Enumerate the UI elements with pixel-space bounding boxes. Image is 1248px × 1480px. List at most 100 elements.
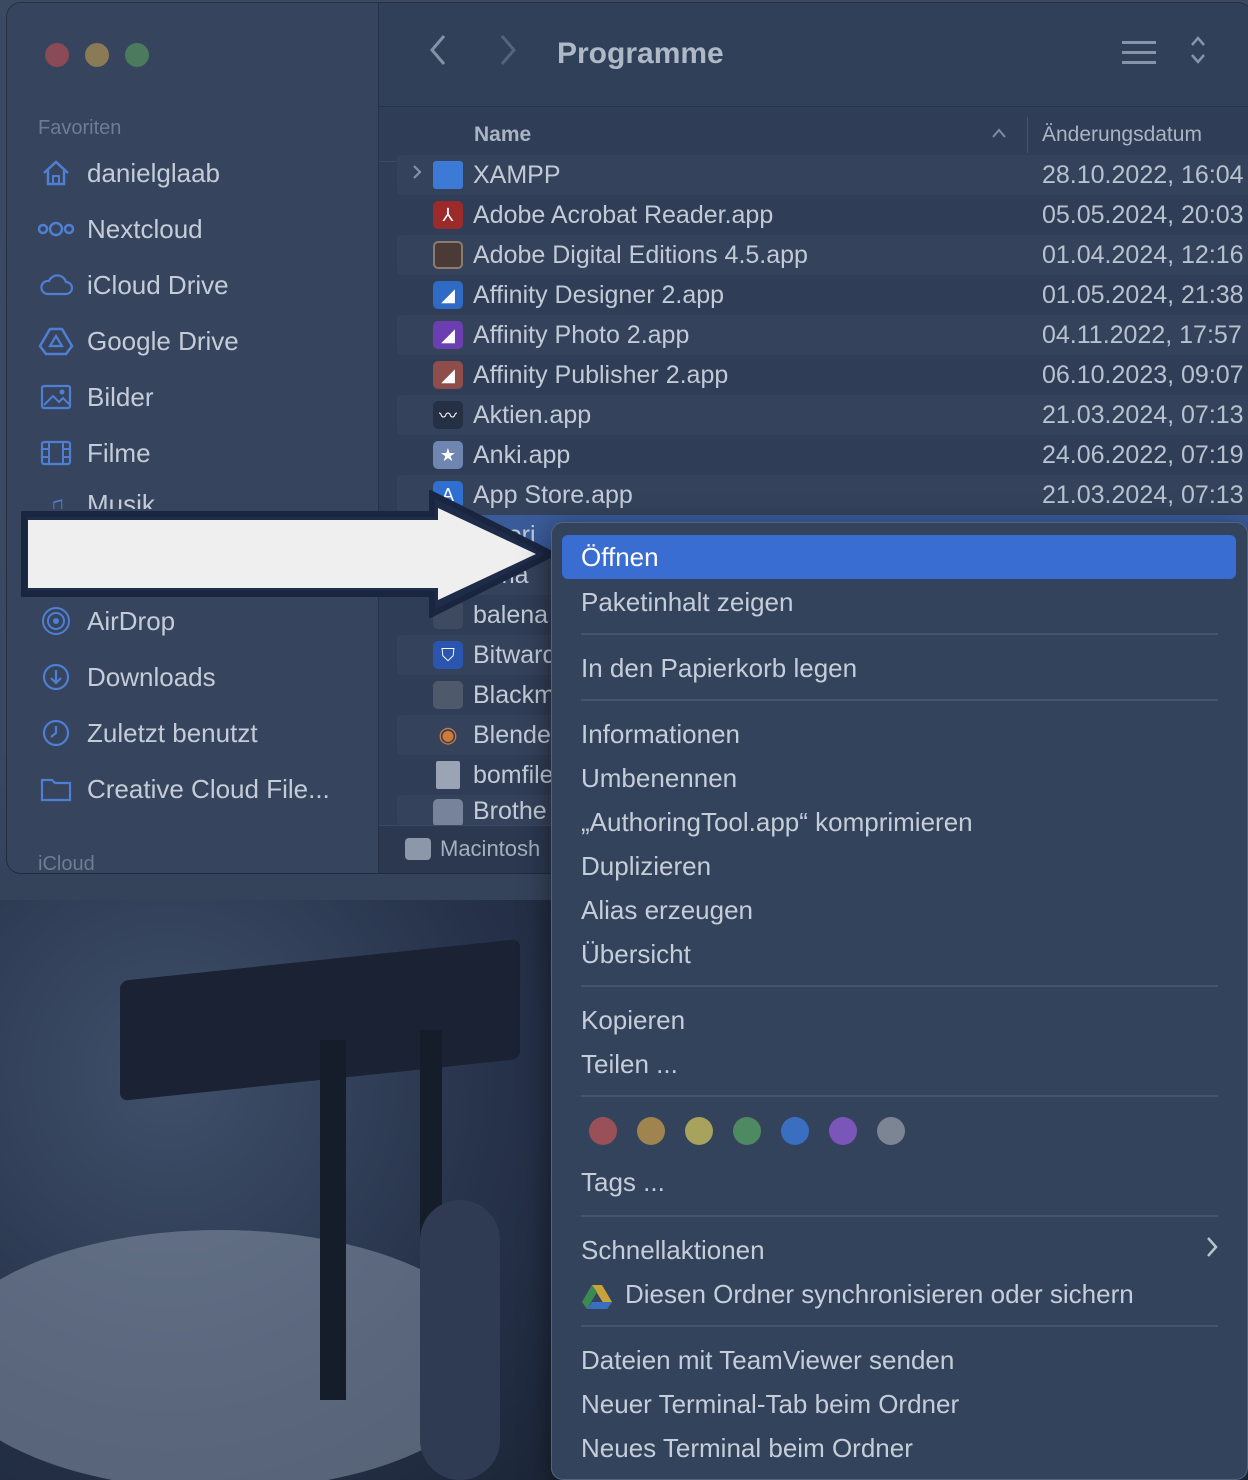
submenu-chevron-icon bbox=[1205, 1235, 1219, 1266]
file-date: 04.11.2022, 17:57 bbox=[1042, 320, 1242, 349]
zoom-button[interactable] bbox=[125, 43, 149, 67]
menu-item-gdrive-sync[interactable]: Diesen Ordner synchronisieren oder siche… bbox=[625, 1279, 1134, 1310]
file-date: 28.10.2022, 16:04 bbox=[1042, 160, 1244, 189]
google-drive-icon bbox=[582, 1285, 612, 1309]
menu-item-quick-actions[interactable]: Schnellaktionen bbox=[581, 1235, 765, 1266]
menu-item-teamviewer[interactable]: Dateien mit TeamViewer senden bbox=[581, 1345, 954, 1376]
stocks-icon: 〰 bbox=[433, 401, 463, 429]
menu-item-show-package[interactable]: Paketinhalt zeigen bbox=[581, 587, 793, 618]
tag-blue[interactable] bbox=[781, 1117, 809, 1145]
sidebar-item-label: Creative Cloud File... bbox=[87, 773, 330, 804]
document-icon bbox=[436, 761, 460, 789]
close-button[interactable] bbox=[45, 43, 69, 67]
tag-gray[interactable] bbox=[877, 1117, 905, 1145]
menu-item-trash[interactable]: In den Papierkorb legen bbox=[581, 653, 857, 684]
sidebar-item-icloud-drive[interactable]: iCloud Drive bbox=[37, 265, 229, 305]
list-item[interactable]: ★ Anki.app 24.06.2022, 07:19 bbox=[397, 435, 1248, 475]
back-icon[interactable] bbox=[427, 33, 449, 76]
menu-separator bbox=[581, 1325, 1218, 1327]
list-item[interactable]: ⅄ Adobe Acrobat Reader.app 05.05.2024, 2… bbox=[397, 195, 1248, 235]
sidebar-item-home[interactable]: danielglaab bbox=[37, 153, 220, 193]
sidebar-item-filme[interactable]: Filme bbox=[37, 433, 151, 473]
menu-item-rename[interactable]: Umbenennen bbox=[581, 763, 737, 794]
menu-item-share[interactable]: Teilen ... bbox=[581, 1049, 678, 1080]
file-date: 24.06.2022, 07:19 bbox=[1042, 440, 1244, 469]
digital-editions-icon bbox=[433, 241, 463, 269]
tag-yellow[interactable] bbox=[685, 1117, 713, 1145]
file-name: Anki.app bbox=[473, 440, 571, 469]
file-date: 21.03.2024, 07:13 bbox=[1042, 400, 1244, 429]
brother-icon bbox=[433, 799, 463, 825]
sidebar-item-creative-cloud[interactable]: Creative Cloud File... bbox=[37, 769, 330, 809]
photo-icon bbox=[37, 381, 75, 413]
sidebar-item-label: danielglaab bbox=[87, 157, 221, 188]
menu-item-tags[interactable]: Tags ... bbox=[581, 1167, 665, 1198]
sidebar-section-icloud: iCloud bbox=[38, 853, 95, 873]
list-item[interactable]: 〰 Aktien.app 21.03.2024, 07:13 bbox=[397, 395, 1248, 435]
tag-purple[interactable] bbox=[829, 1117, 857, 1145]
list-item[interactable]: XAMPP 28.10.2022, 16:04 bbox=[397, 155, 1248, 195]
list-item[interactable]: ◢ Affinity Designer 2.app 01.05.2024, 21… bbox=[397, 275, 1248, 315]
menu-separator bbox=[581, 1095, 1218, 1097]
wallpaper-table-leg bbox=[320, 1040, 346, 1400]
folder-icon bbox=[37, 773, 75, 805]
minimize-button[interactable] bbox=[85, 43, 109, 67]
disclosure-chevron-icon[interactable] bbox=[411, 163, 423, 187]
menu-item-quicklook[interactable]: Übersicht bbox=[581, 939, 691, 970]
list-item[interactable]: ◢ Affinity Publisher 2.app 06.10.2023, 0… bbox=[397, 355, 1248, 395]
clock-icon bbox=[37, 717, 75, 749]
menu-item-terminal[interactable]: Neues Terminal beim Ordner bbox=[581, 1433, 913, 1464]
annotation-arrow bbox=[21, 490, 559, 618]
forward-icon[interactable] bbox=[497, 33, 519, 76]
menu-item-terminal-tab[interactable]: Neuer Terminal-Tab beim Ordner bbox=[581, 1389, 959, 1420]
sidebar-item-google-drive[interactable]: Google Drive bbox=[37, 321, 239, 361]
file-date: 21.03.2024, 07:13 bbox=[1042, 480, 1244, 509]
nextcloud-icon bbox=[37, 213, 75, 245]
tag-green[interactable] bbox=[733, 1117, 761, 1145]
sidebar-section-favorites: Favoriten bbox=[38, 117, 122, 139]
view-options-chevron-icon[interactable] bbox=[1190, 35, 1206, 67]
sidebar-item-downloads[interactable]: Downloads bbox=[37, 657, 216, 697]
sidebar-item-label: Zuletzt benutzt bbox=[87, 717, 258, 748]
menu-item-duplicate[interactable]: Duplizieren bbox=[581, 851, 711, 882]
affinity-photo-icon: ◢ bbox=[433, 321, 463, 349]
wallpaper-object bbox=[420, 1200, 500, 1480]
sidebar-item-label: Nextcloud bbox=[87, 213, 203, 244]
file-name: Adobe Digital Editions 4.5.app bbox=[473, 240, 808, 269]
sort-ascending-icon bbox=[991, 123, 1007, 144]
menu-item-compress[interactable]: „AuthoringTool.app“ komprimieren bbox=[581, 807, 973, 838]
affinity-publisher-icon: ◢ bbox=[433, 361, 463, 389]
window-controls bbox=[45, 43, 149, 67]
sidebar-item-label: Google Drive bbox=[87, 325, 239, 356]
download-icon bbox=[37, 661, 75, 693]
disk-icon bbox=[405, 838, 431, 860]
file-name: Aktien.app bbox=[473, 400, 592, 429]
sidebar-item-bilder[interactable]: Bilder bbox=[37, 377, 153, 417]
tag-red[interactable] bbox=[589, 1117, 617, 1145]
path-label[interactable]: Macintosh bbox=[440, 836, 540, 862]
file-name: Affinity Photo 2.app bbox=[473, 320, 690, 349]
file-date: 05.05.2024, 20:03 bbox=[1042, 200, 1244, 229]
sidebar: Favoriten danielglaab Nextcloud iCloud D… bbox=[7, 3, 379, 873]
list-view-icon[interactable] bbox=[1122, 41, 1156, 67]
file-date: 01.05.2024, 21:38 bbox=[1042, 280, 1244, 309]
menu-item-alias[interactable]: Alias erzeugen bbox=[581, 895, 753, 926]
menu-separator bbox=[581, 699, 1218, 701]
column-name[interactable]: Name bbox=[474, 123, 531, 147]
sidebar-item-nextcloud[interactable]: Nextcloud bbox=[37, 209, 203, 249]
tag-color-row bbox=[589, 1117, 905, 1145]
column-divider[interactable] bbox=[1027, 117, 1028, 153]
tag-orange[interactable] bbox=[637, 1117, 665, 1145]
menu-item-open[interactable]: Öffnen bbox=[562, 535, 1236, 579]
menu-item-info[interactable]: Informationen bbox=[581, 719, 740, 750]
google-drive-icon bbox=[37, 325, 75, 357]
file-name: XAMPP bbox=[473, 160, 561, 189]
list-item[interactable]: Adobe Digital Editions 4.5.app 01.04.202… bbox=[397, 235, 1248, 275]
menu-item-label: Öffnen bbox=[581, 542, 659, 572]
list-item[interactable]: ◢ Affinity Photo 2.app 04.11.2022, 17:57 bbox=[397, 315, 1248, 355]
anki-icon: ★ bbox=[433, 441, 463, 469]
menu-item-copy[interactable]: Kopieren bbox=[581, 1005, 685, 1036]
sidebar-item-label: Filme bbox=[87, 437, 151, 468]
column-date[interactable]: Änderungsdatum bbox=[1042, 123, 1202, 147]
sidebar-item-recent[interactable]: Zuletzt benutzt bbox=[37, 713, 258, 753]
